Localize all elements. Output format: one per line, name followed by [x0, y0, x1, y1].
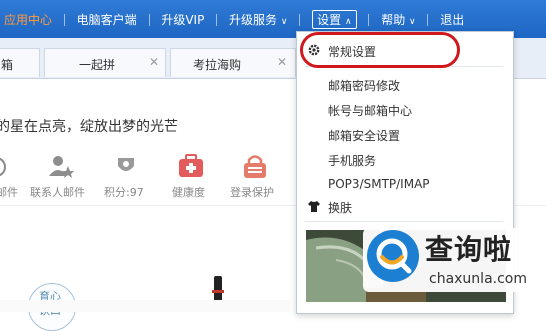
security-settings-item[interactable]: 邮箱安全设置: [328, 127, 400, 144]
shortcut-label: 登录保护: [230, 186, 274, 199]
settings-label: 设置: [317, 13, 342, 27]
watermark-url: chaxunla.com: [429, 271, 527, 287]
search-logo-icon: [376, 238, 412, 274]
watermark-text: 查询啦: [425, 233, 513, 266]
shortcut-label: 联系人邮件: [30, 186, 85, 199]
login-protect-icon: [244, 155, 266, 178]
change-skin-item[interactable]: 换肤: [328, 199, 352, 216]
mail-shortcut[interactable]: 邮件: [0, 152, 30, 202]
tab-label: 一起拼: [79, 58, 116, 72]
mail-icon: [0, 157, 6, 177]
tab-label: 考拉海购: [193, 58, 242, 72]
tab-label: 箱: [1, 58, 14, 72]
close-icon[interactable]: ✕: [149, 55, 159, 69]
top-nav: 应用中心 电脑客户端 升级VIP 升级服务 ∨ 设置 ∧ 帮助 ∨ 退出: [4, 10, 464, 29]
chevron-down-icon: ∨: [280, 17, 288, 27]
contact-mail-shortcut[interactable]: 联系人邮件: [30, 152, 94, 202]
menu-divider: [305, 221, 503, 222]
contact-star-icon: [49, 156, 74, 178]
tshirt-icon: [308, 201, 320, 212]
tab-yiqipin[interactable]: 一起拼 ✕: [44, 48, 166, 77]
chevron-up-icon: ∧: [344, 17, 352, 27]
points-shortcut[interactable]: 积分:97: [100, 152, 150, 202]
upgrade-vip-link[interactable]: 升级VIP: [161, 11, 204, 28]
health-shortcut[interactable]: 健康度: [168, 152, 214, 202]
pc-client-link[interactable]: 电脑客户端: [77, 11, 137, 28]
toothbrush-accent: [212, 290, 224, 293]
upgrade-service-label: 升级服务: [229, 13, 278, 27]
points-badge-icon: [118, 158, 134, 171]
bottom-strip: [0, 300, 290, 312]
health-kit-icon: [179, 154, 203, 177]
tab-mailbox[interactable]: 箱: [0, 48, 40, 77]
app-center-link[interactable]: 应用中心: [4, 11, 52, 28]
shortcut-label: 邮件: [0, 186, 18, 199]
close-icon[interactable]: ✕: [277, 55, 287, 69]
mobile-service-item[interactable]: 手机服务: [328, 152, 376, 169]
account-center-item[interactable]: 帐号与邮箱中心: [328, 102, 412, 119]
slogan-text: 的星在点亮，绽放出梦的光芒: [0, 119, 178, 135]
change-password-item[interactable]: 邮箱密码修改: [328, 77, 400, 94]
watermark-logo-icon: [367, 230, 419, 282]
tab-kaola[interactable]: 考拉海购 ✕: [170, 48, 296, 77]
shortcut-label: 健康度: [172, 186, 205, 199]
shortcut-label: 积分:97: [104, 186, 144, 199]
highlight-ring: [300, 32, 460, 68]
login-protect-shortcut[interactable]: 登录保护: [226, 152, 284, 202]
chevron-down-icon: ∨: [409, 17, 416, 27]
help-menu[interactable]: 帮助 ∨: [381, 11, 415, 28]
pop3-smtp-imap-item[interactable]: POP3/SMTP/IMAP: [328, 177, 430, 191]
upgrade-service-menu[interactable]: 升级服务 ∨: [229, 11, 287, 28]
watermark: 查询啦 chaxunla.com: [363, 228, 544, 292]
logout-link[interactable]: 退出: [440, 11, 464, 28]
help-label: 帮助: [381, 13, 406, 27]
settings-menu[interactable]: 设置 ∧: [312, 10, 357, 29]
